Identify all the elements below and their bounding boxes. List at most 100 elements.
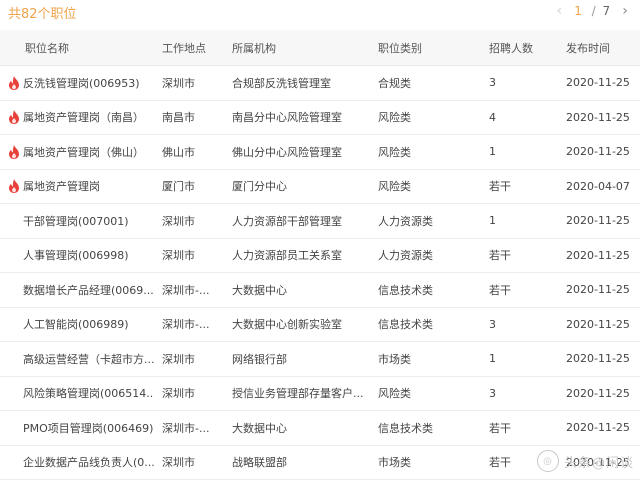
job-title-cell[interactable]: 人事管理岗(006998): [8, 239, 154, 273]
org-cell: 大数据中心: [232, 411, 370, 445]
org-cell: 大数据中心创新实验室: [232, 308, 370, 342]
org-cell: 大数据中心: [232, 273, 370, 307]
job-title-cell[interactable]: 企业数据产品线负责人(0...: [8, 446, 154, 480]
job-title-cell[interactable]: 风险策略管理岗(006514...: [8, 377, 154, 411]
job-title[interactable]: 风险策略管理岗(006514...: [23, 385, 154, 401]
category-cell: 风险类: [378, 135, 468, 169]
job-table: 职位名称 工作地点 所属机构 职位类别 招聘人数 发布时间 反洗钱管理岗(006…: [0, 30, 640, 480]
job-title-cell[interactable]: 数据增长产品经理(0069...: [8, 273, 154, 307]
job-title-cell[interactable]: 属地资产管理岗（佛山）: [8, 135, 154, 169]
location-cell: 佛山市: [162, 135, 226, 169]
date-cell: 2020-11-25: [566, 342, 636, 376]
location-cell: 深圳市: [162, 446, 226, 480]
category-cell: 人力资源类: [378, 204, 468, 238]
job-title[interactable]: 属地资产管理岗（南昌）: [23, 109, 144, 125]
date-cell: 2020-11-25: [566, 273, 636, 307]
job-title-cell[interactable]: 属地资产管理岗（南昌）: [8, 101, 154, 135]
header-category: 职位类别: [378, 30, 468, 65]
org-cell: 合规部反洗钱管理室: [232, 66, 370, 100]
job-title-cell[interactable]: 高级运营经营（卡超市方...: [8, 342, 154, 376]
header-org: 所属机构: [232, 30, 370, 65]
location-cell: 深圳市: [162, 342, 226, 376]
table-row[interactable]: 属地资产管理岗（南昌）南昌市南昌分中心风险管理室风险类42020-11-25: [0, 101, 640, 136]
table-row[interactable]: PMO项目管理岗(006469)深圳市-...大数据中心信息技术类若干2020-…: [0, 411, 640, 446]
table-row[interactable]: 属地资产管理岗厦门市厦门分中心风险类若干2020-04-07: [0, 170, 640, 205]
current-page: 1: [574, 4, 582, 18]
category-cell: 信息技术类: [378, 411, 468, 445]
job-title[interactable]: 人工智能岗(006989): [23, 316, 129, 332]
job-title-cell[interactable]: 人工智能岗(006989): [8, 308, 154, 342]
total-pages: 7: [603, 4, 611, 18]
hot-fire-icon: [8, 145, 20, 159]
chevron-right-icon[interactable]: ›: [618, 3, 632, 19]
header-date: 发布时间: [566, 30, 636, 65]
table-row[interactable]: 干部管理岗(007001)深圳市人力资源部干部管理室人力资源类12020-11-…: [0, 204, 640, 239]
table-row[interactable]: 人事管理岗(006998)深圳市人力资源部员工关系室人力资源类若干2020-11…: [0, 239, 640, 274]
location-cell: 深圳市-...: [162, 308, 226, 342]
date-cell: 2020-04-07: [566, 170, 636, 204]
count-cell: 1: [489, 204, 549, 238]
job-title[interactable]: PMO项目管理岗(006469): [23, 420, 153, 436]
job-title[interactable]: 反洗钱管理岗(006953): [23, 75, 140, 91]
page-separator: /: [592, 4, 596, 18]
category-cell: 信息技术类: [378, 273, 468, 307]
org-cell: 授信业务管理部存量客户...: [232, 377, 370, 411]
location-cell: 深圳市-...: [162, 411, 226, 445]
table-row[interactable]: 高级运营经营（卡超市方...深圳市网络银行部市场类12020-11-25: [0, 342, 640, 377]
job-title[interactable]: 高级运营经营（卡超市方...: [23, 351, 154, 367]
job-title-cell[interactable]: 反洗钱管理岗(006953): [8, 66, 154, 100]
category-cell: 信息技术类: [378, 308, 468, 342]
chevron-left-icon[interactable]: ‹: [552, 3, 566, 19]
table-row[interactable]: 属地资产管理岗（佛山）佛山市佛山分中心风险管理室风险类12020-11-25: [0, 135, 640, 170]
date-cell: 2020-11-25: [566, 308, 636, 342]
org-cell: 网络银行部: [232, 342, 370, 376]
category-cell: 风险类: [378, 101, 468, 135]
count-cell: 若干: [489, 411, 549, 445]
org-cell: 南昌分中心风险管理室: [232, 101, 370, 135]
table-row[interactable]: 反洗钱管理岗(006953)深圳市合规部反洗钱管理室合规类32020-11-25: [0, 66, 640, 101]
count-cell: 1: [489, 342, 549, 376]
location-cell: 深圳市-...: [162, 273, 226, 307]
date-cell: 2020-11-25: [566, 101, 636, 135]
location-cell: 深圳市: [162, 377, 226, 411]
date-cell: 2020-11-25: [566, 135, 636, 169]
location-cell: 深圳市: [162, 239, 226, 273]
location-cell: 深圳市: [162, 204, 226, 238]
category-cell: 风险类: [378, 170, 468, 204]
count-cell: 若干: [489, 239, 549, 273]
count-cell: 若干: [489, 273, 549, 307]
watermark-logo-icon: ◎: [537, 450, 559, 472]
job-title-cell[interactable]: PMO项目管理岗(006469): [8, 411, 154, 445]
location-cell: 南昌市: [162, 101, 226, 135]
job-title[interactable]: 干部管理岗(007001): [23, 213, 129, 229]
job-title-cell[interactable]: 属地资产管理岗: [8, 170, 154, 204]
job-title[interactable]: 数据增长产品经理(0069...: [23, 282, 154, 298]
results-toolbar: 共82个职位 ‹ 1 / 7 ›: [0, 0, 640, 28]
location-cell: 厦门市: [162, 170, 226, 204]
job-title[interactable]: 人事管理岗(006998): [23, 247, 129, 263]
count-cell: 3: [489, 377, 549, 411]
category-cell: 风险类: [378, 377, 468, 411]
job-title[interactable]: 属地资产管理岗（佛山）: [23, 144, 144, 160]
hot-fire-icon: [8, 76, 20, 90]
category-cell: 人力资源类: [378, 239, 468, 273]
table-row[interactable]: 数据增长产品经理(0069... 深圳市-...大数据中心信息技术类若干 2020-…: [0, 273, 640, 308]
header-name: 职位名称: [25, 30, 171, 65]
date-cell: 2020-11-25: [566, 377, 636, 411]
category-cell: 合规类: [378, 66, 468, 100]
count-cell: 若干: [489, 170, 549, 204]
header-count: 招聘人数: [489, 30, 549, 65]
table-header: 职位名称 工作地点 所属机构 职位类别 招聘人数 发布时间: [0, 30, 640, 66]
job-title[interactable]: 属地资产管理岗: [23, 178, 100, 194]
pagination: ‹ 1 / 7 ›: [552, 3, 632, 19]
count-cell: 1: [489, 135, 549, 169]
table-row[interactable]: 风险策略管理岗(006514... 深圳市授信业务管理部存量客户...风险类 3 20…: [0, 377, 640, 412]
count-cell: 3: [489, 308, 549, 342]
header-location: 工作地点: [162, 30, 226, 65]
job-title-cell[interactable]: 干部管理岗(007001): [8, 204, 154, 238]
job-title[interactable]: 企业数据产品线负责人(0...: [23, 454, 154, 470]
count-cell: 3: [489, 66, 549, 100]
hot-fire-icon: [8, 179, 20, 193]
table-row[interactable]: 人工智能岗(006989) 深圳市-...大数据中心创新实验室信息技术类 3 2020…: [0, 308, 640, 343]
watermark: ◎ 头条@闲谈: [537, 450, 634, 472]
